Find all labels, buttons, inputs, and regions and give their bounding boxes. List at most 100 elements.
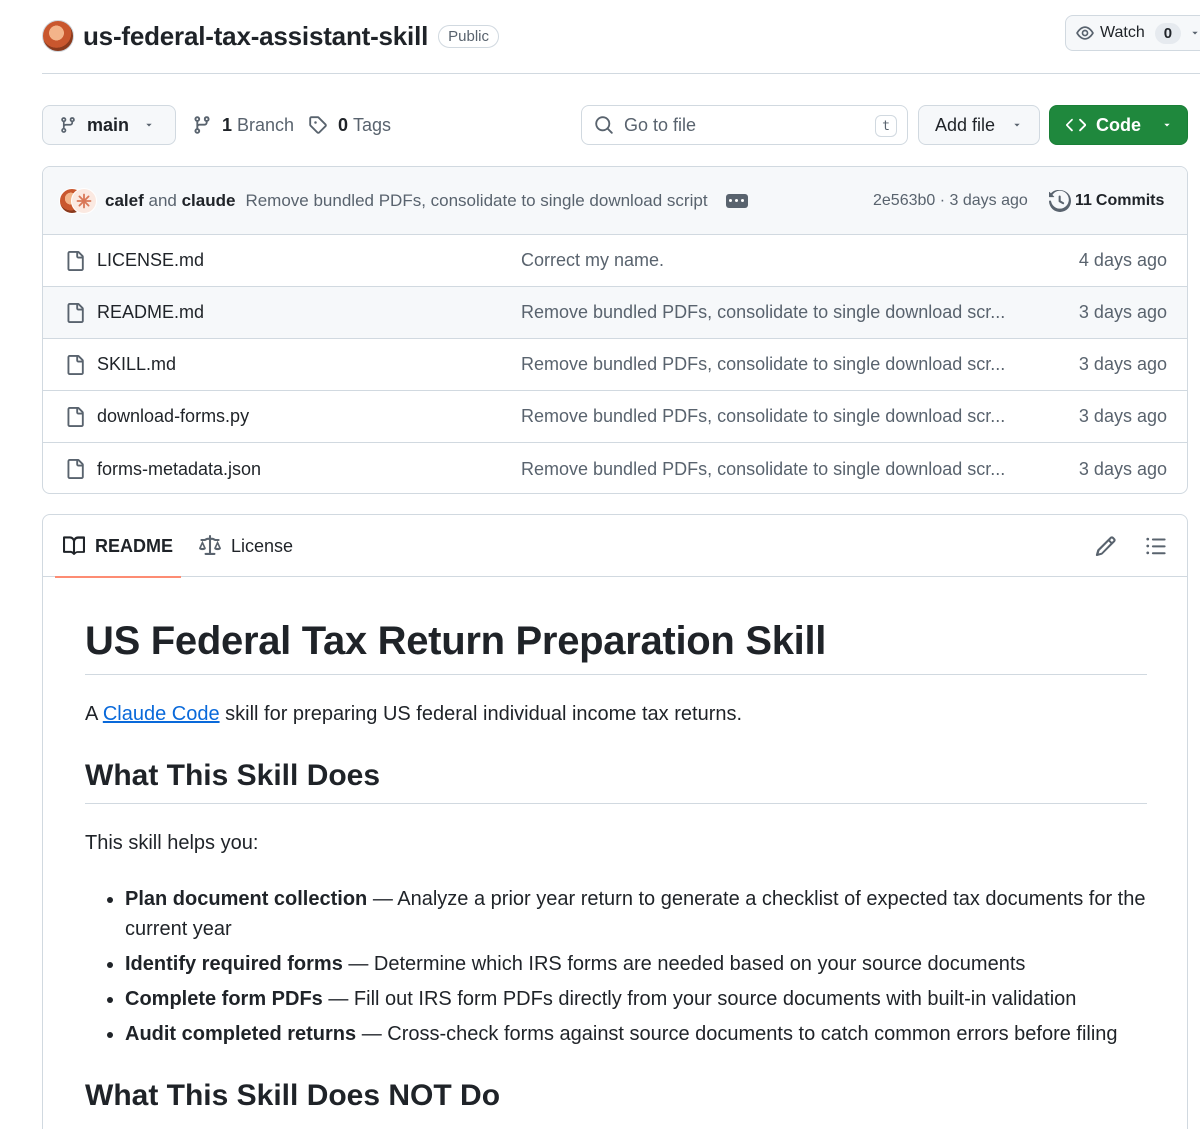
expand-commit-button[interactable] xyxy=(725,193,748,208)
go-to-file-input[interactable]: Go to file t xyxy=(581,105,908,145)
readme-content: US Federal Tax Return Preparation Skill … xyxy=(85,577,1147,1113)
file-age: 3 days ago xyxy=(1078,458,1167,479)
readme-tabs: README License xyxy=(43,515,1187,578)
file-name[interactable]: LICENSE.md xyxy=(97,250,204,271)
file-commit-message[interactable]: Remove bundled PDFs, consolidate to sing… xyxy=(521,459,1005,480)
file-icon xyxy=(67,459,84,479)
commit-author-2[interactable]: claude xyxy=(182,191,236,210)
header-divider xyxy=(42,73,1200,74)
commits-count: 11 xyxy=(1075,191,1092,209)
code-label: Code xyxy=(1096,114,1141,135)
file-commit-message[interactable]: Remove bundled PDFs, consolidate to sing… xyxy=(521,406,1005,427)
history-icon xyxy=(1049,189,1071,212)
branches-label: Branch xyxy=(237,114,295,135)
book-icon xyxy=(63,536,85,555)
code-icon xyxy=(1066,118,1086,132)
commit-author-1[interactable]: calef xyxy=(105,191,144,210)
section-heading: What This Skill Does NOT Do xyxy=(85,1079,501,1112)
commit-author-joiner: and xyxy=(148,190,177,210)
list-item-title: Audit completed returns xyxy=(125,1023,357,1045)
file-icon xyxy=(67,303,84,323)
caret-down-icon xyxy=(1014,123,1020,127)
file-name[interactable]: SKILL.md xyxy=(97,354,176,375)
list-item: Plan document collection — Analyze a pri… xyxy=(107,884,1147,944)
tab-readme[interactable]: README xyxy=(54,515,182,578)
file-icon xyxy=(67,407,84,427)
claude-logo-icon xyxy=(76,193,92,208)
claude-code-link[interactable]: Claude Code xyxy=(103,703,220,725)
file-commit-message[interactable]: Correct my name. xyxy=(521,250,664,271)
repo-header: us-federal-tax-assistant-skill Public xyxy=(42,14,499,58)
list-item-title: Plan document collection xyxy=(125,888,368,910)
file-row[interactable]: forms-metadata.json Remove bundled PDFs,… xyxy=(43,443,1187,493)
commit-authors: calef and claude xyxy=(105,191,235,211)
law-scale-icon xyxy=(199,535,221,555)
watch-button[interactable]: Watch 0 xyxy=(1065,15,1200,51)
owner-avatar[interactable] xyxy=(42,20,74,52)
file-row[interactable]: LICENSE.md Correct my name. 4 days ago xyxy=(43,235,1187,287)
tab-license[interactable]: License xyxy=(199,515,293,577)
file-age: 3 days ago xyxy=(1078,302,1167,322)
caret-down-icon xyxy=(1164,123,1170,127)
file-commit-message[interactable]: Remove bundled PDFs, consolidate to sing… xyxy=(521,354,1005,375)
list-item-text: — Fill out IRS form PDFs directly from y… xyxy=(322,988,1077,1010)
feature-list: Plan document collection — Analyze a pri… xyxy=(85,884,1147,1049)
file-name[interactable]: README.md xyxy=(97,302,204,323)
readme-title: US Federal Tax Return Preparation Skill xyxy=(85,619,1147,675)
add-file-label: Add file xyxy=(935,114,996,135)
list-item-title: Identify required forms xyxy=(125,953,343,975)
watch-count: 0 xyxy=(1154,22,1182,44)
intro-prefix: A xyxy=(85,703,98,725)
tags-count: 0 xyxy=(338,114,349,135)
repo-name[interactable]: us-federal-tax-assistant-skill xyxy=(83,21,428,52)
visibility-badge: Public xyxy=(438,24,499,48)
commit-message[interactable]: Remove bundled PDFs, consolidate to sing… xyxy=(245,191,707,211)
branch-name: main xyxy=(87,114,130,135)
eye-icon xyxy=(1076,26,1094,40)
file-icon xyxy=(67,251,84,271)
branch-icon xyxy=(194,116,210,134)
commits-history-link[interactable]: 11 Commits xyxy=(1049,189,1165,212)
code-button[interactable]: Code xyxy=(1049,105,1188,145)
file-browser: calef and claude Remove bundled PDFs, co… xyxy=(42,166,1188,494)
branches-link[interactable]: 1 Branch xyxy=(192,105,294,145)
search-icon xyxy=(595,116,613,134)
caret-down-icon xyxy=(1192,31,1198,35)
commits-label: Commits xyxy=(1095,191,1165,209)
list-item: Identify required forms — Determine whic… xyxy=(107,949,1147,979)
commit-hash-age[interactable]: 2e563b0 · 3 days ago xyxy=(873,192,1028,210)
branches-count: 1 xyxy=(222,114,233,135)
add-file-button[interactable]: Add file xyxy=(918,105,1040,145)
go-to-file-placeholder: Go to file xyxy=(624,114,697,135)
file-row[interactable]: README.md Remove bundled PDFs, consolida… xyxy=(43,287,1187,339)
list-outline-icon[interactable] xyxy=(1145,535,1167,557)
branch-selector[interactable]: main xyxy=(42,105,176,145)
branch-icon xyxy=(61,117,75,133)
pencil-icon[interactable] xyxy=(1095,535,1117,557)
file-icon xyxy=(67,355,84,375)
watch-label: Watch xyxy=(1100,24,1145,41)
tab-readme-label: README xyxy=(95,535,174,556)
claude-avatar xyxy=(71,187,97,214)
tags-link[interactable]: 0 Tags xyxy=(308,105,391,145)
list-item-title: Complete form PDFs xyxy=(125,988,323,1010)
file-name[interactable]: forms-metadata.json xyxy=(97,459,261,480)
file-commit-message[interactable]: Remove bundled PDFs, consolidate to sing… xyxy=(521,302,1005,323)
readme-intro: A Claude Code skill for preparing US fed… xyxy=(85,699,1147,729)
section-heading: What This Skill Does xyxy=(85,759,1147,804)
tab-license-label: License xyxy=(231,535,294,556)
file-row[interactable]: download-forms.py Remove bundled PDFs, c… xyxy=(43,391,1187,443)
commit-avatars[interactable] xyxy=(59,187,97,214)
list-item: Complete form PDFs — Fill out IRS form P… xyxy=(107,984,1147,1014)
file-name[interactable]: download-forms.py xyxy=(97,406,249,427)
helps-text: This skill helps you: xyxy=(85,832,259,854)
list-item-text: — Cross-check forms against source docum… xyxy=(356,1023,1118,1045)
latest-commit-bar: calef and claude Remove bundled PDFs, co… xyxy=(43,167,1187,235)
list-item: Audit completed returns — Cross-check fo… xyxy=(107,1019,1147,1049)
file-row[interactable]: SKILL.md Remove bundled PDFs, consolidat… xyxy=(43,339,1187,391)
tags-label: Tags xyxy=(353,114,392,135)
caret-down-icon xyxy=(146,123,152,127)
intro-suffix: skill for preparing US federal individua… xyxy=(225,703,743,725)
readme-panel: README License US Federal Tax Return Pre… xyxy=(42,514,1188,1129)
file-age: 3 days ago xyxy=(1078,354,1167,374)
